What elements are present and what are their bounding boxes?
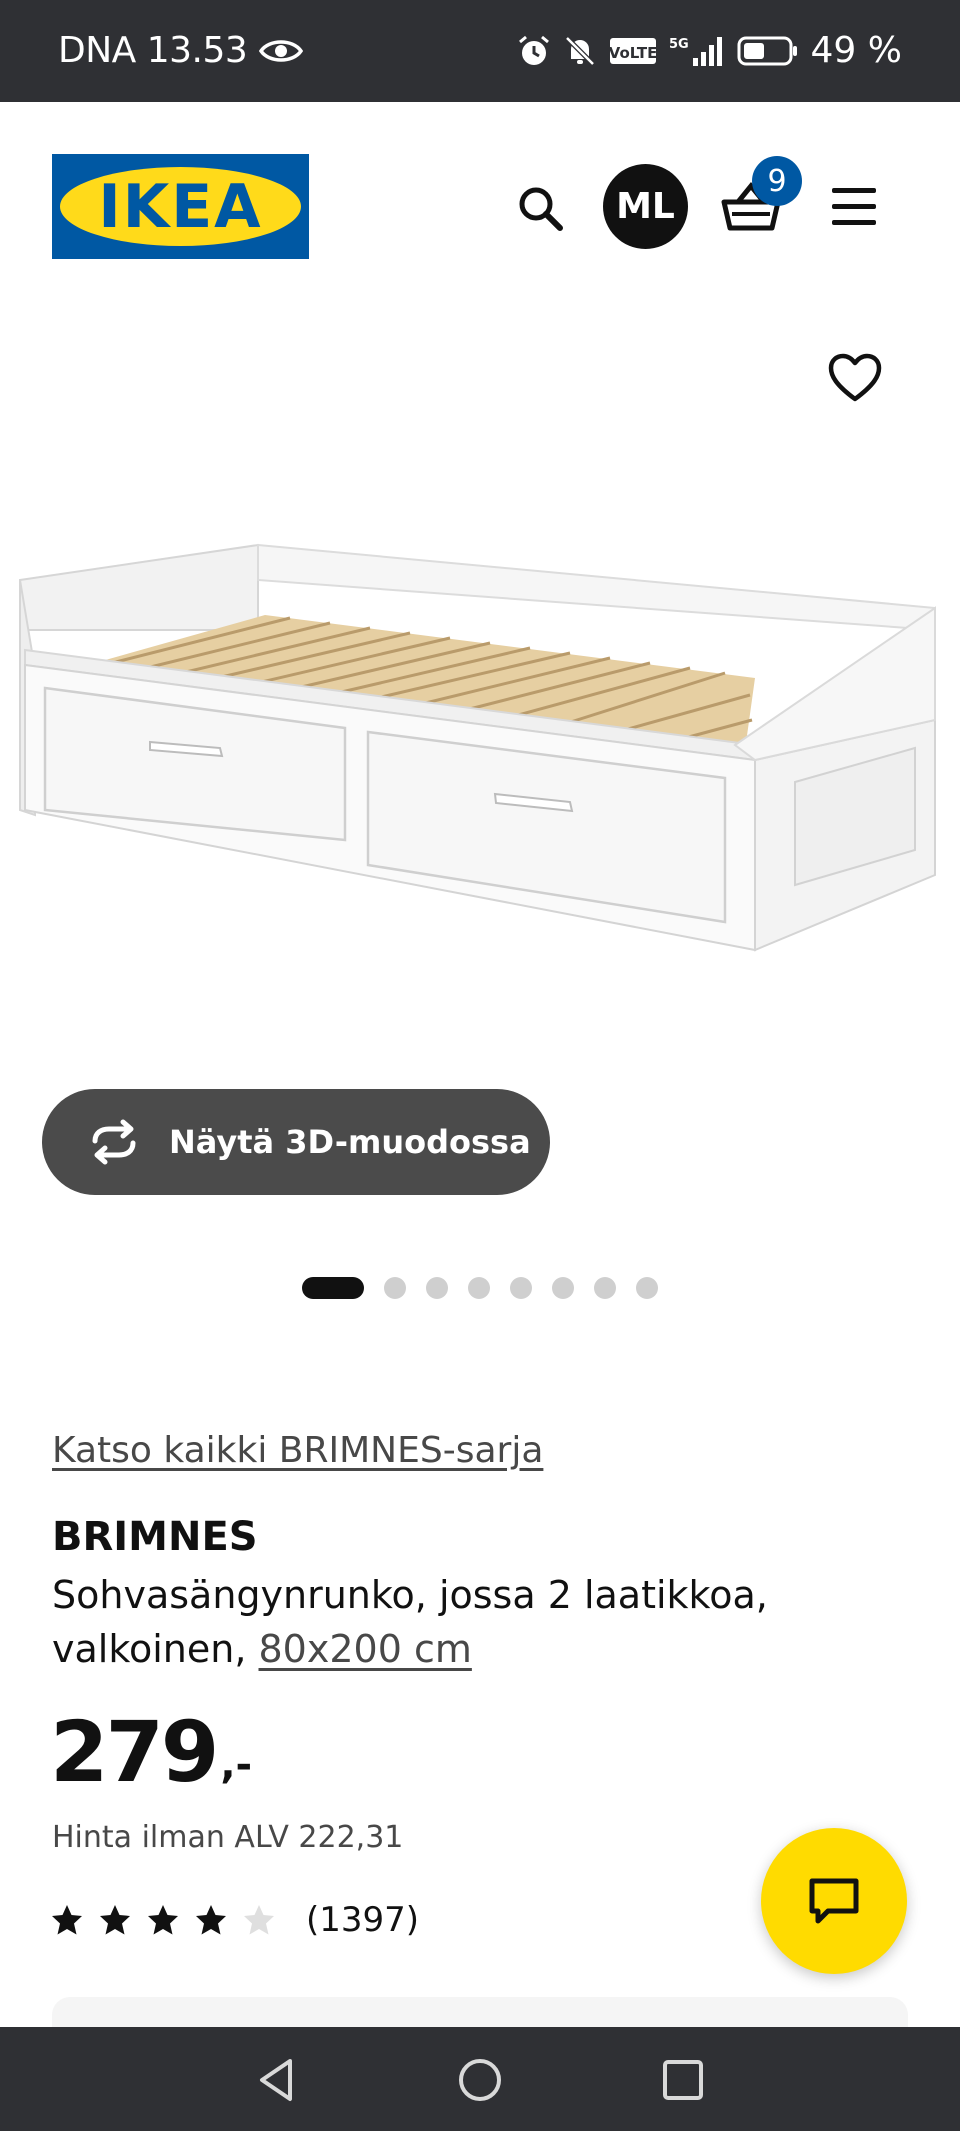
carousel-dot[interactable] <box>302 1277 364 1299</box>
price-suffix: ,- <box>220 1742 253 1788</box>
star-filled-icon <box>196 1905 226 1935</box>
status-right: VoLTE 5G 49 % <box>517 30 902 71</box>
rating-count: (1397) <box>306 1900 420 1940</box>
star-filled-icon <box>52 1905 82 1935</box>
product-name: BRIMNES <box>52 1514 258 1560</box>
star-filled-icon <box>148 1905 178 1935</box>
site-header: IKEA ML 9 <box>0 102 960 312</box>
heart-icon[interactable] <box>826 350 884 408</box>
star-empty-icon <box>244 1905 274 1935</box>
eye-icon <box>259 39 304 62</box>
product-image[interactable] <box>10 520 950 980</box>
ikea-logo[interactable]: IKEA <box>52 154 309 259</box>
chat-button[interactable] <box>761 1828 907 1974</box>
alarm-icon <box>518 35 549 65</box>
signal-icon: 5G <box>669 36 722 66</box>
menu-line <box>832 220 876 225</box>
network-gen-label: 5G <box>669 37 689 52</box>
carousel-dot[interactable] <box>552 1277 574 1299</box>
status-bar: DNA 13.53 VoLTE 5G 49 % <box>0 0 960 102</box>
carousel-dot[interactable] <box>426 1277 448 1299</box>
rotate-3d-icon <box>92 1119 136 1165</box>
size-link[interactable]: 80x200 cm <box>259 1627 472 1671</box>
user-avatar-button[interactable]: ML <box>603 164 688 249</box>
recents-icon[interactable] <box>656 2053 710 2107</box>
search-icon[interactable] <box>512 180 570 238</box>
logo-oval: IKEA <box>60 167 301 246</box>
system-nav-bar <box>0 2027 960 2131</box>
price-ex-vat: Hinta ilman ALV 222,31 <box>52 1820 404 1855</box>
chat-icon <box>809 1878 859 1924</box>
price: 279 ,- <box>50 1710 252 1794</box>
status-left: DNA 13.53 <box>58 30 304 71</box>
view-3d-button[interactable]: Näytä 3D-muodossa <box>42 1089 550 1195</box>
home-icon[interactable] <box>453 2053 507 2107</box>
carrier-time: DNA 13.53 <box>58 30 248 71</box>
volte-icon: VoLTE <box>609 37 657 64</box>
star-filled-icon <box>100 1905 130 1935</box>
price-amount: 279 <box>50 1703 219 1801</box>
menu-line <box>832 188 876 193</box>
view-3d-label: Näytä 3D-muodossa <box>169 1123 531 1161</box>
silent-bell-icon <box>564 35 595 66</box>
rating[interactable]: (1397) <box>50 1900 419 1940</box>
hamburger-menu-icon[interactable] <box>832 188 876 228</box>
volte-label: VoLTE <box>609 44 657 62</box>
rating-stars <box>50 1903 276 1937</box>
logo-text: IKEA <box>98 171 263 242</box>
back-icon[interactable] <box>250 2053 304 2107</box>
menu-line <box>832 204 876 209</box>
carousel-indicator[interactable] <box>302 1277 658 1299</box>
carousel-dot[interactable] <box>468 1277 490 1299</box>
battery-percent: 49 % <box>810 30 902 71</box>
series-link[interactable]: Katso kaikki BRIMNES-sarja <box>52 1430 543 1471</box>
cart-count-badge: 9 <box>752 156 802 206</box>
battery-icon <box>737 36 797 65</box>
carousel-dot[interactable] <box>384 1277 406 1299</box>
product-description: Sohvasängynrunko, jossa 2 laatikkoa, val… <box>52 1568 872 1676</box>
carousel-dot[interactable] <box>510 1277 532 1299</box>
carousel-dot[interactable] <box>594 1277 616 1299</box>
carousel-dot[interactable] <box>636 1277 658 1299</box>
